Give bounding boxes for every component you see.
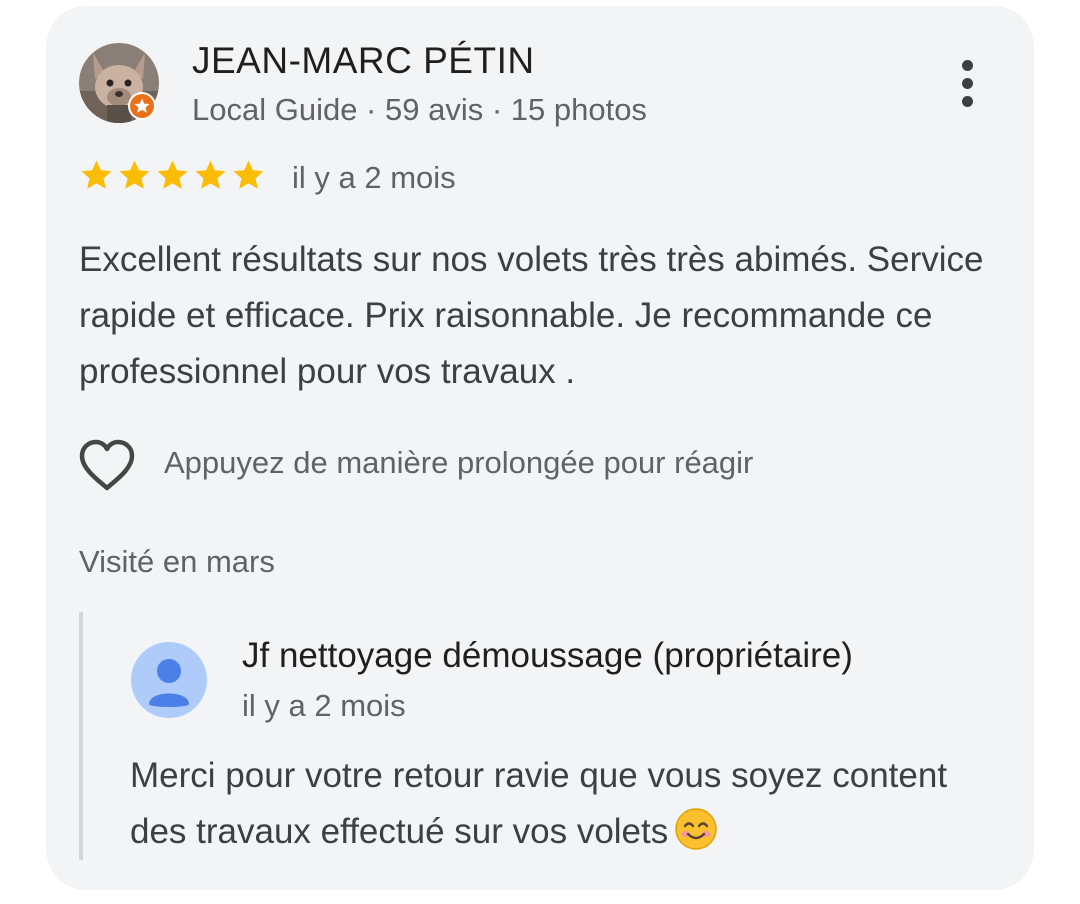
local-guide-star-badge bbox=[127, 91, 157, 121]
review-text: Excellent résultats sur nos volets très … bbox=[79, 240, 984, 391]
more-vert-icon-dot bbox=[962, 96, 973, 107]
reviewer-name[interactable]: JEAN-MARC PÉTIN bbox=[192, 40, 535, 82]
reply-divider bbox=[79, 612, 83, 860]
smiling-face-icon bbox=[675, 808, 717, 850]
more-options-button[interactable] bbox=[946, 56, 988, 112]
default-person-avatar bbox=[131, 642, 207, 718]
owner-name[interactable]: Jf nettoyage démoussage (propriétaire) bbox=[242, 636, 853, 676]
star-icon bbox=[233, 160, 264, 189]
more-vert-icon bbox=[962, 60, 973, 71]
more-vert-icon-dot bbox=[962, 78, 973, 89]
owner-reply-text: Merci pour votre retour ravie que vous s… bbox=[130, 748, 990, 860]
reviewer-meta: Local Guide · 59 avis · 15 photos bbox=[192, 92, 647, 127]
star-icon bbox=[81, 160, 112, 189]
react-button[interactable]: Appuyez de manière prolongée pour réagir bbox=[78, 438, 798, 494]
star-icon bbox=[157, 160, 188, 189]
star-rating bbox=[79, 158, 266, 198]
star-icon bbox=[119, 160, 150, 189]
owner-reply-time: il y a 2 mois bbox=[242, 688, 406, 723]
owner-reply-body: Merci pour votre retour ravie que vous s… bbox=[130, 756, 948, 851]
heart-outline-icon bbox=[79, 439, 135, 491]
review-time: il y a 2 mois bbox=[292, 160, 456, 195]
react-label: Appuyez de manière prolongée pour réagir bbox=[164, 445, 754, 480]
visit-info: Visité en mars bbox=[79, 544, 275, 579]
reviewer-avatar[interactable] bbox=[79, 43, 159, 123]
star-icon bbox=[195, 160, 226, 189]
